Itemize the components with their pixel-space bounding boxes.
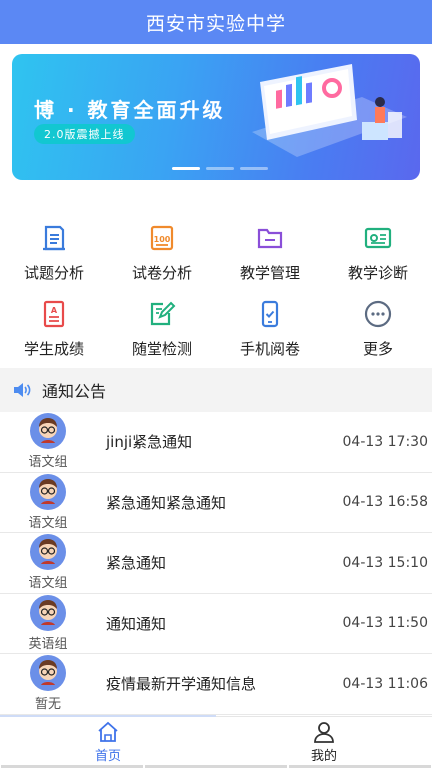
notice-time: 04-13 16:58 — [342, 494, 428, 511]
avatar — [30, 655, 66, 692]
notice-title: 通知公告 — [42, 382, 107, 401]
author-group: 语文组 — [28, 576, 68, 592]
notice-title-text: 紧急通知紧急通知 — [106, 493, 227, 512]
list-item[interactable]: 语文组 紧急通知紧急通知 04-13 16:58 — [0, 473, 432, 533]
list-item[interactable]: 语文组 jinji紧急通知 04-13 17:30 — [0, 412, 432, 473]
grid-item-label: 更多 — [362, 340, 393, 358]
more-icon — [362, 298, 394, 330]
grid-item-label: 学生成绩 — [23, 340, 84, 358]
grid-item-label: 随堂检测 — [131, 340, 192, 358]
promo-banner[interactable]: 博 · 教育全面升级 2.0版震撼上线 — [12, 54, 420, 180]
notice-time: 04-13 15:10 — [342, 554, 428, 571]
grid-item-more[interactable]: 更多 — [324, 294, 432, 370]
page-title: 西安市实验中学 — [145, 12, 286, 35]
carousel-dot[interactable] — [206, 167, 234, 170]
grid-item-label: 试卷分析 — [131, 264, 192, 282]
notice-title-text: 疫情最新开学通知信息 — [106, 675, 257, 694]
list-item[interactable]: 语文组 紧急通知 04-13 15:10 — [0, 533, 432, 594]
notice-title-text: jinji紧急通知 — [106, 433, 193, 452]
tab-label: 首页 — [94, 749, 121, 764]
svg-text:A: A — [51, 306, 58, 315]
grid-item-class-test[interactable]: 随堂检测 — [108, 294, 216, 370]
grid-item-paper-analysis[interactable]: 100 试卷分析 — [108, 218, 216, 294]
avatar — [30, 534, 66, 571]
banner-section: 博 · 教育全面升级 2.0版震撼上线 — [0, 44, 432, 232]
avatar — [30, 473, 66, 510]
folder-icon — [254, 222, 286, 254]
grid-item-teaching-management[interactable]: 教学管理 — [216, 218, 324, 294]
notice-time: 04-13 17:30 — [342, 433, 428, 450]
svg-text:100: 100 — [154, 235, 171, 244]
notice-title-text: 紧急通知 — [106, 554, 167, 573]
avatar — [30, 594, 66, 631]
feature-grid: 试题分析 100 试卷分析 教学管理 教学诊断 A 学生成绩 随堂检测 手机阅卷 — [0, 218, 432, 370]
author-group: 暂无 — [34, 697, 61, 713]
author-group: 语文组 — [28, 455, 68, 471]
home-icon — [98, 721, 118, 742]
tab-home[interactable]: 首页 — [0, 717, 216, 768]
banner-badge: 2.0版震撼上线 — [34, 124, 135, 144]
id-card-icon — [362, 222, 394, 254]
carousel-dot[interactable] — [172, 167, 200, 170]
speaker-icon — [14, 383, 31, 397]
author-group: 英语组 — [28, 636, 68, 652]
tab-indicator — [0, 715, 216, 717]
notice-title-text: 通知通知 — [106, 614, 167, 633]
notice-time: 04-13 11:06 — [342, 675, 428, 692]
grid-item-question-analysis[interactable]: 试题分析 — [0, 218, 108, 294]
author-group: 语文组 — [28, 515, 68, 531]
phone-check-icon — [254, 298, 286, 330]
grid-item-label: 教学诊断 — [347, 264, 408, 282]
grid-item-label: 试题分析 — [23, 264, 84, 282]
dashboard-illustration-icon — [252, 64, 407, 157]
edit-icon — [146, 298, 178, 330]
avatar — [30, 413, 66, 450]
bottom-tab-bar: 首页 我的 — [0, 715, 432, 768]
carousel-dots — [172, 167, 268, 170]
grid-item-teaching-diagnosis[interactable]: 教学诊断 — [324, 218, 432, 294]
report-icon: A — [38, 298, 70, 330]
carousel-dot[interactable] — [240, 167, 268, 170]
tab-label: 我的 — [310, 749, 337, 764]
list-item[interactable]: 英语组 通知通知 04-13 11:50 — [0, 594, 432, 654]
grid-item-mobile-grading[interactable]: 手机阅卷 — [216, 294, 324, 370]
tab-mine[interactable]: 我的 — [216, 717, 432, 768]
score-100-icon: 100 — [146, 222, 178, 254]
grid-item-label: 手机阅卷 — [239, 340, 300, 358]
user-icon — [314, 722, 334, 743]
notice-time: 04-13 11:50 — [342, 615, 428, 632]
list-item[interactable]: 暂无 疫情最新开学通知信息 04-13 11:06 — [0, 654, 432, 715]
grid-item-label: 教学管理 — [239, 264, 300, 282]
notice-header: 通知公告 — [0, 368, 432, 412]
app-header: 西安市实验中学 — [0, 0, 432, 44]
document-icon — [38, 222, 70, 254]
grid-item-student-scores[interactable]: A 学生成绩 — [0, 294, 108, 370]
banner-title: 博 · 教育全面升级 — [34, 98, 226, 122]
